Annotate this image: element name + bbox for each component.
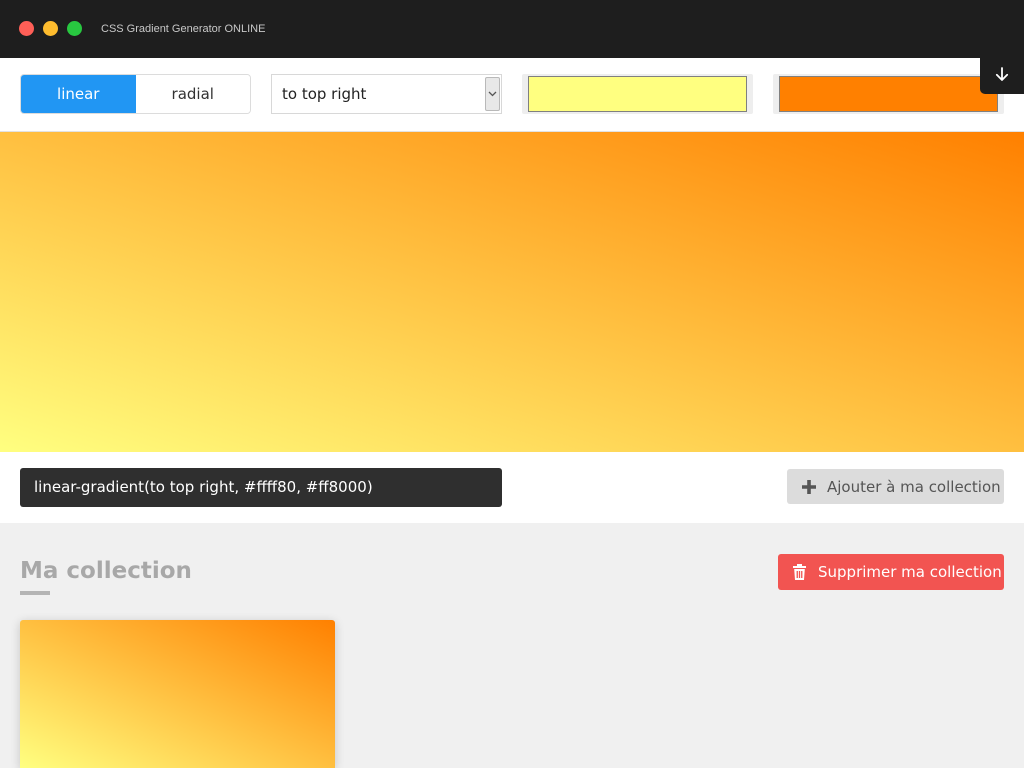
plus-icon bbox=[800, 478, 817, 495]
add-to-collection-button[interactable]: Ajouter à ma collection bbox=[787, 469, 1004, 504]
color-swatch-start bbox=[528, 76, 747, 112]
direction-select-value: to top right bbox=[282, 85, 367, 103]
title-underline bbox=[20, 591, 50, 595]
radial-type-button[interactable]: radial bbox=[135, 75, 250, 113]
maximize-window-button[interactable] bbox=[67, 21, 82, 36]
collection-title: Ma collection bbox=[20, 558, 192, 584]
collection-item[interactable] bbox=[20, 620, 335, 768]
direction-select[interactable]: to top right bbox=[271, 74, 502, 114]
gradient-preview bbox=[0, 132, 1024, 452]
gradient-type-toggle: linear radial bbox=[20, 74, 251, 114]
trash-icon bbox=[792, 564, 806, 581]
color-picker-start[interactable] bbox=[522, 74, 753, 114]
delete-collection-label: Supprimer ma collection bbox=[818, 563, 1002, 581]
color-swatch-end bbox=[779, 76, 998, 112]
close-window-button[interactable] bbox=[19, 21, 34, 36]
minimize-window-button[interactable] bbox=[43, 21, 58, 36]
window-title: CSS Gradient Generator ONLINE bbox=[101, 23, 266, 35]
linear-type-button[interactable]: linear bbox=[21, 75, 136, 113]
toolbar: linear radial to top right bbox=[0, 58, 1024, 132]
arrow-down-icon bbox=[995, 66, 1009, 86]
download-button[interactable] bbox=[980, 58, 1024, 94]
code-bar: linear-gradient(to top right, #ffff80, #… bbox=[0, 452, 1024, 523]
delete-collection-button[interactable]: Supprimer ma collection bbox=[778, 554, 1004, 590]
css-code-output[interactable]: linear-gradient(to top right, #ffff80, #… bbox=[20, 468, 502, 507]
color-picker-end[interactable] bbox=[773, 74, 1004, 114]
chevron-down-icon bbox=[485, 77, 500, 111]
add-to-collection-label: Ajouter à ma collection bbox=[827, 477, 1001, 496]
title-bar: CSS Gradient Generator ONLINE bbox=[0, 0, 1024, 58]
